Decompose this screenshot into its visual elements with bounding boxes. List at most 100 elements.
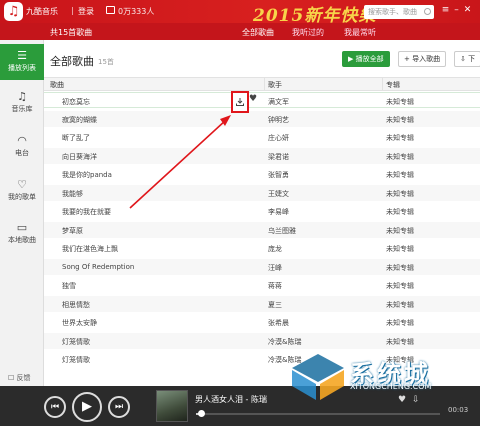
artist-name: 张希晨 xyxy=(268,319,289,327)
progress-bar[interactable] xyxy=(196,410,440,417)
song-title: 初恋莫忘 xyxy=(62,98,90,106)
watermark-logo-icon xyxy=(292,354,344,400)
sidebar-item-music-library[interactable]: ♫ 音乐库 xyxy=(0,85,44,121)
table-row[interactable]: 寂寞的蝴蝶 钟明艺 未知专辑 xyxy=(44,110,480,127)
sidebar-item-playlist[interactable]: ☰ 播放列表 xyxy=(0,44,44,80)
album-name: 未知专辑 xyxy=(386,263,414,272)
song-title: 寂寞的蝴蝶 xyxy=(62,115,97,124)
tab-all-songs[interactable]: 全部歌曲 xyxy=(242,27,274,42)
song-count: 共15首歌曲 xyxy=(50,28,93,37)
song-title: 世界太安静 xyxy=(62,319,97,327)
album-name: 未知专辑 xyxy=(386,134,414,142)
artist-name: 王婕文 xyxy=(268,189,289,198)
column-song[interactable]: 歌曲 xyxy=(50,80,64,90)
table-row[interactable]: 断了乱了 庄心妍 未知专辑 xyxy=(44,129,480,145)
next-icon[interactable]: ⏭ xyxy=(108,396,130,418)
song-list-panel: 全部歌曲 15首 ▶ 播放全部 + 导入歌曲 ⇩ 下 歌曲 歌手 专辑 初恋莫忘… xyxy=(44,40,480,386)
favorite-heart-icon[interactable]: ♥ xyxy=(249,94,257,104)
album-name: 未知专辑 xyxy=(386,98,414,106)
album-cover[interactable] xyxy=(156,390,188,422)
column-album[interactable]: 专辑 xyxy=(386,80,400,90)
now-playing-title: 男人酒女人泪 - 陈瑞 xyxy=(195,395,267,404)
sidebar-item-label: 音乐库 xyxy=(11,105,33,113)
heart-icon: ♡ xyxy=(17,178,27,191)
album-name: 未知专辑 xyxy=(386,189,414,198)
table-row[interactable]: 我能够 王婕文 未知专辑 xyxy=(44,184,480,201)
play-icon[interactable]: ▶ xyxy=(72,392,102,422)
app-title: 九酷音乐 xyxy=(26,7,58,16)
song-title: 独雪 xyxy=(62,282,76,290)
artist-name: 庞龙 xyxy=(268,245,282,253)
song-title: 我能够 xyxy=(62,189,83,198)
menu-icon[interactable]: ≡ xyxy=(440,5,451,16)
progress-handle[interactable] xyxy=(197,410,205,417)
table-row[interactable]: 初恋莫忘 满文军 未知专辑 xyxy=(44,92,480,108)
table-row[interactable]: 灯笼情歌 冷漠&陈瑞 未知专辑 xyxy=(44,332,480,349)
login-link[interactable]: 登录 xyxy=(78,6,94,17)
app-logo-icon[interactable]: ♫ xyxy=(4,2,23,21)
album-name: 未知专辑 xyxy=(386,226,414,235)
close-icon[interactable]: ✕ xyxy=(462,5,473,16)
song-title: 灯笼情歌 xyxy=(62,356,90,364)
album-name: 未知专辑 xyxy=(386,319,414,327)
table-row[interactable]: 相思情愁 夏三 未知专辑 xyxy=(44,295,480,312)
list-title: 全部歌曲 xyxy=(50,55,94,68)
album-name: 未知专辑 xyxy=(386,171,414,179)
search-icon[interactable] xyxy=(424,8,431,15)
play-all-button[interactable]: ▶ 播放全部 xyxy=(342,51,390,67)
table-row[interactable]: Song Of Redemption 汪峰 未知专辑 xyxy=(44,258,480,275)
artist-name: 梁君诺 xyxy=(268,152,289,161)
song-title: 相思情愁 xyxy=(62,300,90,309)
table-row[interactable]: 我们在湛色海上飘 庞龙 未知专辑 xyxy=(44,240,480,256)
sidebar: ☰ 播放列表 ♫ 音乐库 ◠ 电台 ♡ 我的歌单 ▭ 本地歌曲 ☐ 反馈 xyxy=(0,40,44,386)
sidebar-item-label: 本地歌曲 xyxy=(8,236,36,244)
sidebar-item-radio[interactable]: ◠ 电台 xyxy=(0,129,44,165)
sidebar-item-label: 播放列表 xyxy=(8,64,36,72)
artist-name: 满文军 xyxy=(268,98,289,106)
title-separator: | xyxy=(71,6,74,15)
album-name: 未知专辑 xyxy=(386,337,414,346)
column-divider xyxy=(264,78,265,90)
artist-name: 冷漠&陈瑞 xyxy=(268,337,302,346)
wifi-icon: ◠ xyxy=(17,134,27,147)
sidebar-item-my-playlists[interactable]: ♡ 我的歌单 xyxy=(0,173,44,209)
column-artist[interactable]: 歌手 xyxy=(268,80,282,90)
previous-icon[interactable]: ⏮ xyxy=(44,396,66,418)
feedback-label: 反馈 xyxy=(16,374,31,382)
title-bar: ♫ 九酷音乐 | 登录 0万333人 2015新年快樂 搜索歌手、歌曲 ≡ – … xyxy=(0,0,480,26)
list-count: 15首 xyxy=(98,58,114,66)
table-row[interactable]: 世界太安静 张希晨 未知专辑 xyxy=(44,314,480,330)
song-title: 我是你的panda xyxy=(62,171,112,179)
sidebar-item-local-songs[interactable]: ▭ 本地歌曲 xyxy=(0,216,44,252)
playback-time: 00:03 xyxy=(448,406,469,414)
tab-listened[interactable]: 我听过的 xyxy=(292,27,324,38)
user-icon xyxy=(106,6,115,14)
song-title: 断了乱了 xyxy=(62,134,90,142)
music-note-icon: ♫ xyxy=(17,90,27,103)
monitor-icon: ▭ xyxy=(16,221,28,234)
artist-name: 钟明艺 xyxy=(268,115,289,124)
list-icon: ☰ xyxy=(17,49,27,62)
import-songs-button[interactable]: + 导入歌曲 xyxy=(398,51,447,67)
song-download-button[interactable] xyxy=(231,91,249,113)
table-row[interactable]: 梦草原 乌兰图雅 未知专辑 xyxy=(44,221,480,238)
song-title: 我要的我在就要 xyxy=(62,208,111,216)
song-title: 我们在湛色海上飘 xyxy=(62,245,118,253)
artist-name: 蒋蒋 xyxy=(268,282,282,290)
album-name: 未知专辑 xyxy=(386,208,414,216)
download-button[interactable]: ⇩ 下 xyxy=(454,51,480,67)
table-row[interactable]: 我是你的panda 张智勇 未知专辑 xyxy=(44,166,480,182)
minimize-icon[interactable]: – xyxy=(451,5,462,16)
album-name: 未知专辑 xyxy=(386,152,414,161)
song-title: Song Of Redemption xyxy=(62,262,135,271)
toolbar: 共15首歌曲 全部歌曲 我听过的 我最常听 xyxy=(0,23,480,42)
feedback-link[interactable]: ☐ 反馈 xyxy=(8,373,31,383)
table-row[interactable]: 我要的我在就要 李易峰 未知专辑 xyxy=(44,203,480,219)
table-row[interactable]: 向日葵海洋 梁君诺 未知专辑 xyxy=(44,147,480,164)
tab-most-played[interactable]: 我最常听 xyxy=(344,27,376,38)
artist-name: 庄心妍 xyxy=(268,134,289,142)
download-icon xyxy=(236,98,244,106)
artist-name: 李易峰 xyxy=(268,208,289,216)
table-row[interactable]: 独雪 蒋蒋 未知专辑 xyxy=(44,277,480,293)
sidebar-item-label: 我的歌单 xyxy=(8,193,36,201)
